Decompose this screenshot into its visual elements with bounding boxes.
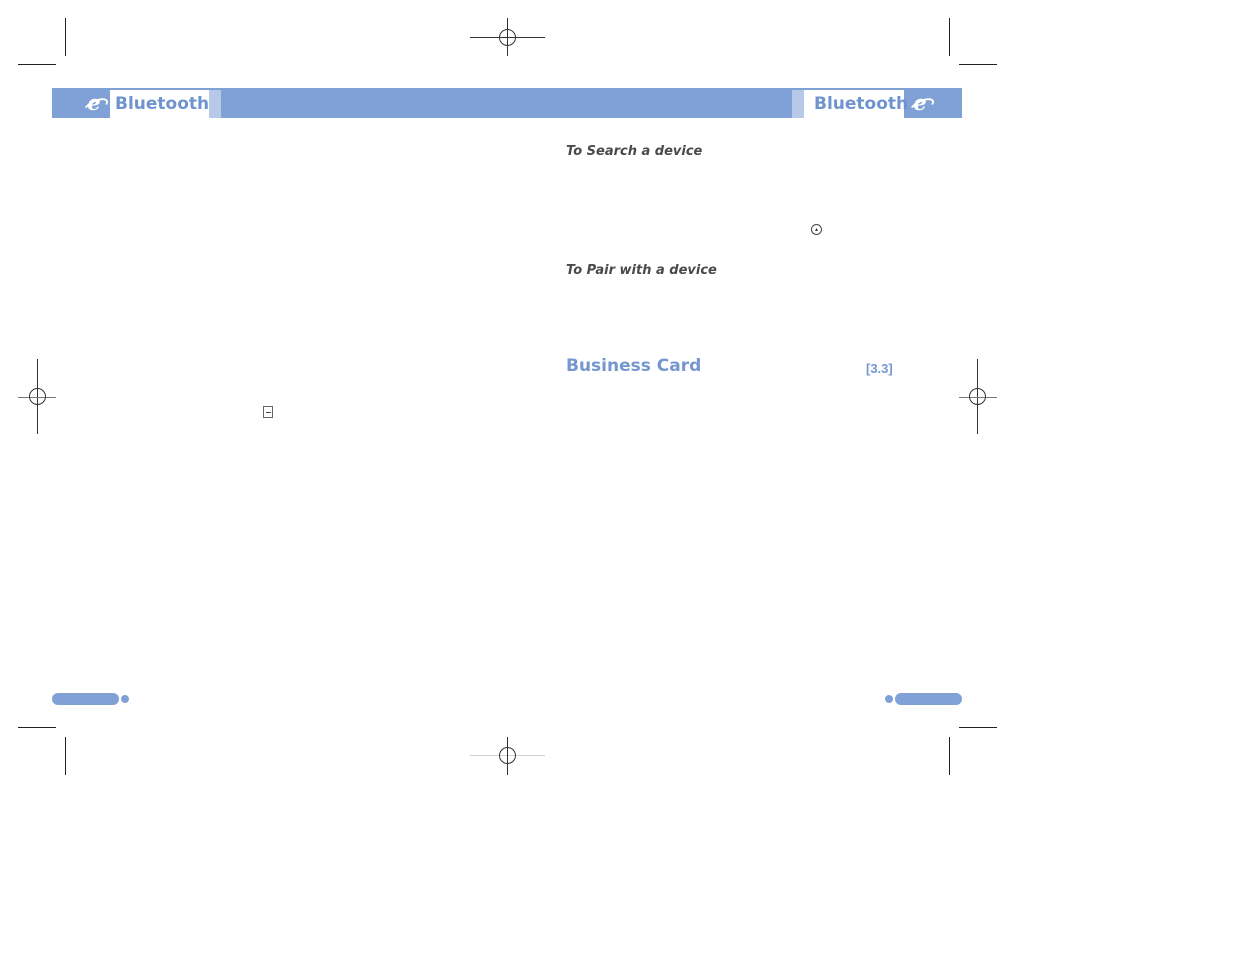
footer-dot-right — [885, 695, 893, 703]
header-left-title-box: Bluetooth — [110, 90, 209, 118]
footer-dot-left — [121, 695, 129, 703]
header-right-accent — [792, 90, 804, 118]
header-right-title-box: Bluetooth — [804, 90, 908, 118]
subhead-pair-device: To Pair with a device — [566, 263, 717, 278]
header-left-title: Bluetooth — [115, 94, 210, 114]
page-number-pill-right — [895, 693, 962, 705]
soft-key-icon — [263, 406, 273, 418]
header-left-accent — [209, 90, 221, 118]
header-right-title: Bluetooth — [814, 94, 909, 114]
section-title: Business Card — [566, 356, 702, 376]
ie-e-icon: e — [84, 92, 104, 113]
section-number: [3.3] — [866, 361, 893, 376]
subhead-search-device: To Search a device — [566, 144, 703, 159]
page-number-pill-left — [52, 693, 119, 705]
ie-e-icon: e — [910, 92, 930, 113]
ok-key-icon: ▴ — [811, 224, 822, 235]
